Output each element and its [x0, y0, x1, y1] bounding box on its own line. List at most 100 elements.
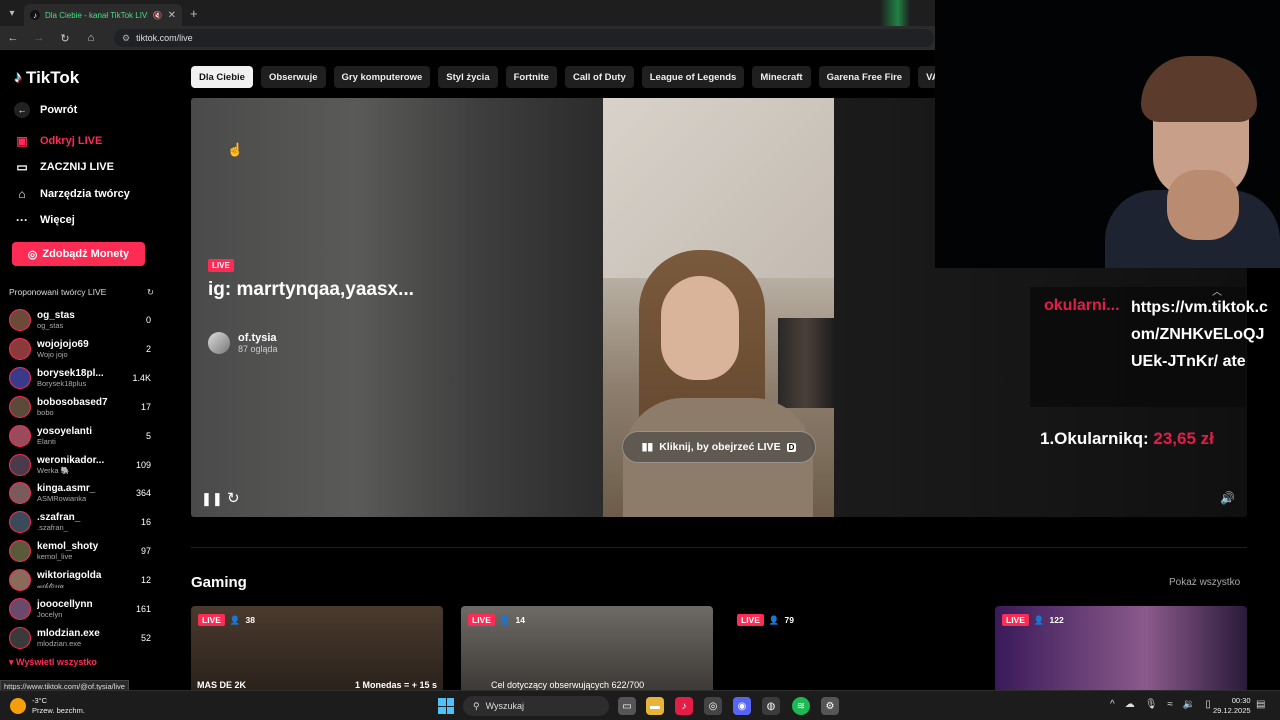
creator-avatar[interactable] [9, 453, 31, 476]
new-tab-icon[interactable]: + [190, 6, 198, 21]
creator-avatar[interactable] [9, 366, 31, 389]
gaming-card[interactable]: LIVE 👤 14 Cel dotyczący obserwujących 622/… [461, 606, 713, 692]
category-tab[interactable]: Call of Duty [564, 66, 634, 88]
creator-row[interactable]: borysek18pl... Borysek18plus 1.4K [9, 365, 151, 391]
discord-icon[interactable]: ◉ [733, 697, 751, 715]
gaming-card[interactable]: LIVE 👤 38 MAS DE 2K 1 Monedas = + 15 s [191, 606, 443, 692]
creator-avatar[interactable] [9, 598, 31, 620]
get-coins-button[interactable]: ◎ Zdobądź Monety [12, 242, 145, 266]
pause-icon[interactable]: ❚❚ [201, 491, 223, 507]
creator-row[interactable]: .szafran_ .szafran_ 16 [9, 509, 151, 535]
creator-row[interactable]: og_stas og_stas 0 [9, 307, 151, 333]
creator-avatar[interactable] [9, 337, 31, 360]
chrome-icon[interactable]: ◍ [762, 697, 780, 715]
browser-tab[interactable]: ♪ Dla Ciebie - kanał TikTok LIVE 🔇 ✕ [24, 4, 182, 26]
weather-widget[interactable]: -3°C Przew. bezchm. [10, 696, 85, 716]
notification-icon[interactable]: ▤ [1256, 699, 1265, 710]
speaker-icon[interactable]: 🔉 [1183, 699, 1195, 710]
reload-icon[interactable]: ↻ [227, 489, 240, 507]
creator-name: og_stas [37, 310, 75, 321]
refresh-icon[interactable]: ↻ [147, 287, 154, 298]
microphone-icon[interactable]: 🎙 [1145, 699, 1158, 710]
creator-avatar[interactable] [9, 395, 31, 418]
windows-start-icon[interactable] [438, 698, 454, 714]
address-bar[interactable]: ⚙ tiktok.com/live [114, 29, 934, 47]
sidebar: ♪ TikTok ← Powrót ▣ Odkryj LIVE ▭ ZACZNI… [0, 50, 180, 690]
creator-row[interactable]: kinga.asmr_ ASMRowianka 364 [9, 480, 151, 506]
nav-creator-tools[interactable]: ⌂ Narzędzia twórcy [14, 187, 130, 201]
streamer-name[interactable]: of.tysia [238, 332, 278, 344]
category-tab[interactable]: Styl życia [438, 66, 498, 88]
category-tab[interactable]: Minecraft [752, 66, 811, 88]
creator-avatar[interactable] [9, 424, 31, 447]
creator-avatar[interactable] [9, 626, 31, 649]
url-text: tiktok.com/live [136, 33, 193, 43]
nav-start-live[interactable]: ▭ ZACZNIJ LIVE [14, 160, 114, 174]
creator-avatar[interactable] [9, 540, 31, 563]
battery-icon[interactable]: ▯ [1205, 699, 1211, 710]
back-link[interactable]: ← Powrót [14, 102, 77, 118]
blurred-background-left [191, 98, 603, 517]
creator-avatar[interactable] [9, 482, 31, 505]
task-view-icon[interactable]: ▭ [618, 697, 636, 715]
file-explorer-icon[interactable]: ▬ [646, 697, 664, 715]
category-tab[interactable]: Garena Free Fire [818, 66, 911, 88]
creator-nickname: Werka 🐘 [37, 465, 70, 475]
reload-icon[interactable]: ↻ [58, 32, 72, 45]
mute-icon[interactable]: 🔇 [153, 11, 163, 20]
streamer-info[interactable]: of.tysia 87 ogląda [208, 332, 278, 354]
wifi-icon[interactable]: ≈ [1167, 699, 1173, 710]
app-icon[interactable]: ◎ [704, 697, 722, 715]
creator-row[interactable]: yosoyelanti Elanti 5 [9, 423, 151, 449]
nav-more[interactable]: ··· Więcej [14, 213, 75, 227]
chevron-down-icon: ▾ [9, 657, 17, 667]
volume-icon[interactable]: 🔊 [1220, 491, 1235, 505]
category-tab[interactable]: Obserwuje [260, 66, 326, 88]
creator-row[interactable]: wojojojo69 Wojo jojo 2 [9, 336, 151, 362]
watch-live-button[interactable]: ▮▮ Kliknij, by obejrzeć LIVE D [622, 431, 816, 463]
creator-row[interactable]: mlodzian.exe mlodzian.exe 52 [9, 625, 151, 651]
card-viewers: 122 [1049, 615, 1064, 625]
category-tab[interactable]: Dla Ciebie [191, 66, 253, 88]
show-more-link[interactable]: Pokaż wszystko [1169, 577, 1240, 588]
card-live-badge: LIVE [468, 614, 495, 626]
taskbar-clock[interactable]: 00:30 29.12.2025 [1213, 696, 1251, 716]
creator-name: mlodzian.exe [37, 627, 100, 639]
mouse-cursor-icon: ☝ [227, 142, 244, 157]
card-viewers: 38 [245, 615, 255, 625]
creator-avatar[interactable] [9, 309, 31, 331]
creator-avatar[interactable] [9, 511, 31, 534]
creator-row[interactable]: bobosobased7 bobo 17 [9, 394, 151, 420]
tiktok-favicon-icon: ♪ [30, 10, 40, 20]
tab-list-icon[interactable]: ▾ [0, 0, 24, 26]
creator-avatar[interactable] [9, 569, 31, 592]
forward-arrow-icon[interactable]: → [32, 32, 46, 44]
gaming-card[interactable]: LIVE 👤 122 [995, 606, 1247, 692]
gaming-card[interactable]: LIVE 👤 79 [730, 606, 982, 692]
nav-discover-live[interactable]: ▣ Odkryj LIVE [14, 134, 102, 148]
category-tab[interactable]: League of Legends [641, 66, 745, 88]
category-tab[interactable]: Gry komputerowe [333, 66, 431, 88]
streamer-avatar[interactable] [208, 332, 230, 354]
settings-icon[interactable]: ⚙ [821, 697, 839, 715]
creator-row[interactable]: weronikador... Werka 🐘 109 [9, 452, 151, 478]
cloud-icon[interactable]: ☁ [1125, 699, 1135, 710]
category-tab[interactable]: VALORANT [918, 66, 935, 88]
creator-name: kinga.asmr_ [37, 483, 96, 495]
tiktok-logo[interactable]: ♪ TikTok [14, 68, 79, 88]
back-arrow-icon[interactable]: ← [6, 32, 20, 44]
creator-viewer-count: 161 [135, 604, 151, 614]
creator-viewer-count: 109 [135, 459, 151, 470]
home-icon[interactable]: ⌂ [84, 32, 98, 44]
site-info-icon[interactable]: ⚙ [122, 33, 130, 44]
creator-row[interactable]: wiktoriagolda 𝓌𝒾𝓀𝓉𝑜𝓇𝒾𝒶 12 [9, 567, 151, 593]
tiktok-app-icon[interactable]: ♪ [675, 697, 693, 715]
taskbar-search[interactable]: ⚲ Wyszukaj [463, 696, 609, 716]
chevron-up-icon[interactable]: ^ [1110, 699, 1115, 710]
spotify-icon[interactable]: ≋ [792, 697, 810, 715]
category-tab[interactable]: Fortnite [505, 66, 557, 88]
close-tab-icon[interactable]: ✕ [168, 10, 176, 21]
creator-row[interactable]: jooocellynn Jocelyn 161 [9, 596, 151, 622]
show-all-link[interactable]: ▾ Wyświetl wszystko [9, 657, 97, 668]
creator-row[interactable]: kemol_shoty kemol_live 97 [9, 538, 151, 564]
